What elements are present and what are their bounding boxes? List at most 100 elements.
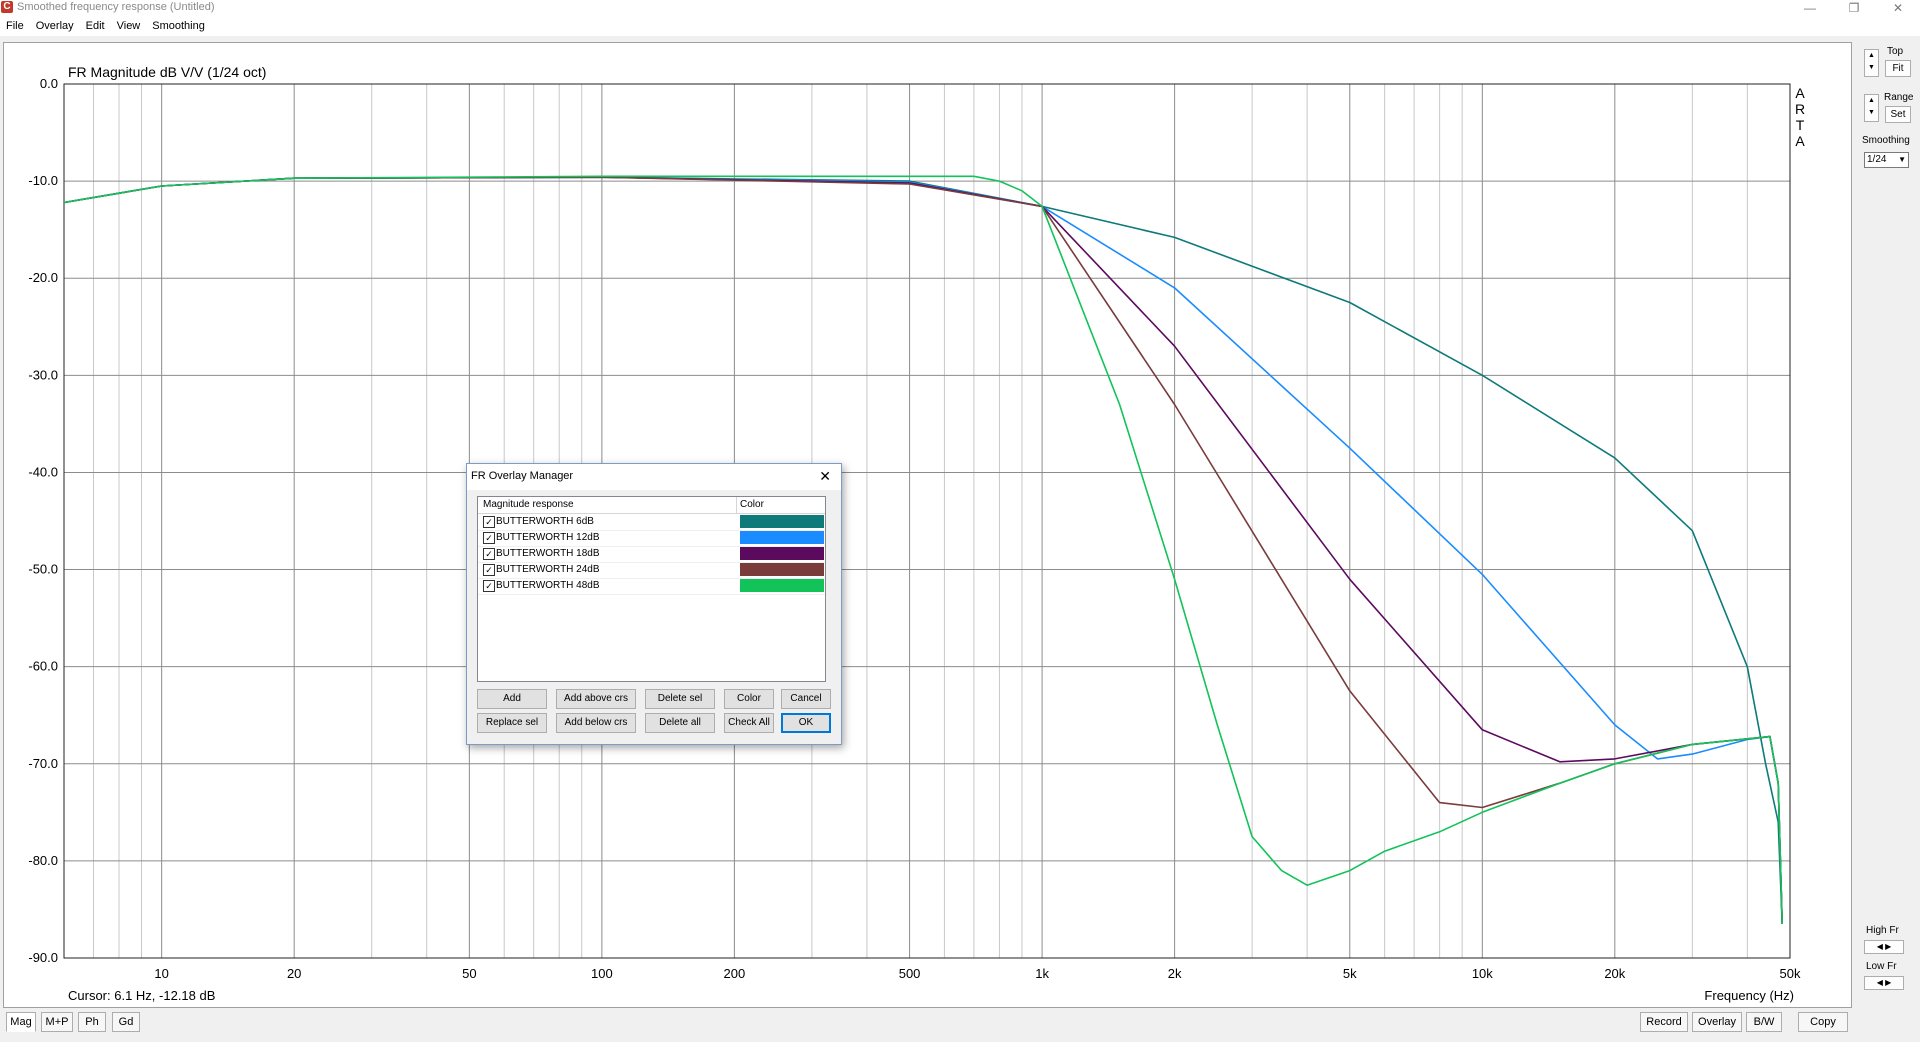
y-tick-label: -60.0 xyxy=(28,659,58,674)
overlay-list-header: Magnitude response Color xyxy=(478,497,825,514)
window-title: Smoothed frequency response (Untitled) xyxy=(17,1,215,13)
low-fr-label: Low Fr xyxy=(1866,961,1897,972)
overlay-name: BUTTERWORTH 18dB xyxy=(496,548,600,559)
x-axis-label: Frequency (Hz) xyxy=(1704,988,1794,1003)
high-fr-label: High Fr xyxy=(1866,925,1899,936)
arta-logo-letter: A xyxy=(1795,85,1805,101)
list-item[interactable]: ✓ BUTTERWORTH 12dB xyxy=(478,530,825,547)
cancel-button[interactable]: Cancel xyxy=(781,689,831,709)
x-tick-label: 10k xyxy=(1472,966,1493,981)
checkbox[interactable]: ✓ xyxy=(483,532,495,544)
arta-logo-letter: R xyxy=(1795,101,1805,117)
series-line-butterworth-18db xyxy=(63,176,1783,925)
right-control-panel: ▲ ▼ Top Fit ▲ ▼ Range Set Smoothing 1/24 ▼… xyxy=(1852,42,1920,1006)
menu-bar: File Overlay Edit View Smoothing xyxy=(0,16,1920,36)
overlay-name: BUTTERWORTH 12dB xyxy=(496,532,600,543)
column-divider xyxy=(736,497,737,513)
menu-smoothing[interactable]: Smoothing xyxy=(146,20,211,32)
range-label: Range xyxy=(1884,92,1914,103)
y-tick-label: -20.0 xyxy=(28,270,58,285)
tab-gd[interactable]: Gd xyxy=(112,1012,140,1032)
menu-overlay[interactable]: Overlay xyxy=(30,20,80,32)
delete-sel-button[interactable]: Delete sel xyxy=(645,689,715,709)
x-tick-label: 20k xyxy=(1604,966,1625,981)
series-line-butterworth-48db xyxy=(63,175,1783,925)
checkbox[interactable]: ✓ xyxy=(483,516,495,528)
checkbox[interactable]: ✓ xyxy=(483,548,495,560)
y-tick-label: -30.0 xyxy=(28,367,58,382)
y-tick-label: -80.0 xyxy=(28,853,58,868)
color-swatch[interactable] xyxy=(740,563,824,576)
plot-area[interactable]: 0.0 -10.0 -20.0 -30.0 -40.0 -50.0 -60.0 -70.0 -8… xyxy=(3,42,1852,1008)
y-tick-label: -50.0 xyxy=(28,562,58,577)
top-spinner[interactable]: ▲ ▼ xyxy=(1864,49,1879,77)
tab-ph[interactable]: Ph xyxy=(78,1012,106,1032)
checkbox[interactable]: ✓ xyxy=(483,564,495,576)
menu-file[interactable]: File xyxy=(0,20,30,32)
x-tick-label: 20 xyxy=(287,966,301,981)
menu-edit[interactable]: Edit xyxy=(80,20,111,32)
low-fr-arrows[interactable]: ◀ ▶ xyxy=(1864,976,1904,990)
add-button[interactable]: Add xyxy=(477,689,547,709)
add-below-crs-button[interactable]: Add below crs xyxy=(556,713,636,733)
add-above-crs-button[interactable]: Add above crs xyxy=(556,689,636,709)
chevron-down-icon: ▼ xyxy=(1898,155,1906,164)
app-icon: C xyxy=(1,1,13,13)
x-tick-label: 500 xyxy=(899,966,921,981)
bw-button[interactable]: B/W xyxy=(1746,1012,1782,1032)
x-tick-label: 50k xyxy=(1780,966,1801,981)
smoothing-select[interactable]: 1/24 ▼ xyxy=(1864,152,1909,168)
y-tick-label: -10.0 xyxy=(28,173,58,188)
y-tick-label: -40.0 xyxy=(28,464,58,479)
menu-view[interactable]: View xyxy=(111,20,147,32)
list-item[interactable]: ✓ BUTTERWORTH 48dB xyxy=(478,578,825,595)
color-swatch[interactable] xyxy=(740,531,824,544)
fit-button[interactable]: Fit xyxy=(1885,60,1911,77)
x-tick-label: 1k xyxy=(1035,966,1049,981)
check-all-button[interactable]: Check All xyxy=(724,713,774,733)
overlay-name: BUTTERWORTH 6dB xyxy=(496,516,594,527)
replace-sel-button[interactable]: Replace sel xyxy=(477,713,547,733)
bottom-toolbar: Mag M+P Ph Gd Record Overlay B/W Copy xyxy=(0,1008,1920,1042)
x-tick-label: 2k xyxy=(1168,966,1182,981)
y-tick-label: -90.0 xyxy=(28,950,58,965)
close-icon[interactable]: ✕ xyxy=(819,468,831,485)
color-swatch[interactable] xyxy=(740,579,824,592)
color-swatch[interactable] xyxy=(740,515,824,528)
checkbox[interactable]: ✓ xyxy=(483,580,495,592)
series-line-butterworth-24db xyxy=(63,176,1783,925)
restore-icon[interactable]: ❐ xyxy=(1832,0,1876,16)
overlay-button[interactable]: Overlay xyxy=(1692,1012,1742,1032)
series-line-butterworth-12db xyxy=(63,176,1783,925)
delete-all-button[interactable]: Delete all xyxy=(645,713,715,733)
set-button[interactable]: Set xyxy=(1885,106,1911,123)
tab-m-plus-p[interactable]: M+P xyxy=(41,1012,73,1032)
close-icon[interactable]: ✕ xyxy=(1876,0,1920,16)
cursor-readout: Cursor: 6.1 Hz, -12.18 dB xyxy=(68,988,215,1003)
record-button[interactable]: Record xyxy=(1640,1012,1688,1032)
tab-mag[interactable]: Mag xyxy=(6,1012,36,1032)
arta-logo-letter: A xyxy=(1795,133,1805,149)
minimize-icon[interactable]: — xyxy=(1788,0,1832,16)
x-tick-label: 200 xyxy=(724,966,746,981)
x-tick-label: 50 xyxy=(462,966,476,981)
column-magnitude-response[interactable]: Magnitude response xyxy=(483,499,574,510)
ok-button[interactable]: OK xyxy=(781,713,831,733)
smoothing-label: Smoothing xyxy=(1862,135,1910,146)
overlay-name: BUTTERWORTH 48dB xyxy=(496,580,600,591)
range-spinner[interactable]: ▲ ▼ xyxy=(1864,94,1879,122)
list-item[interactable]: ✓ BUTTERWORTH 24dB xyxy=(478,562,825,579)
overlay-name: BUTTERWORTH 24dB xyxy=(496,564,600,575)
copy-button[interactable]: Copy xyxy=(1798,1012,1848,1032)
color-swatch[interactable] xyxy=(740,547,824,560)
overlay-list[interactable]: Magnitude response Color ✓ BUTTERWORTH 6… xyxy=(477,496,826,682)
series-line-butterworth-6db xyxy=(63,176,1783,925)
list-item[interactable]: ✓ BUTTERWORTH 18dB xyxy=(478,546,825,563)
y-tick-label: -70.0 xyxy=(28,756,58,771)
column-color[interactable]: Color xyxy=(740,499,764,510)
frequency-response-chart[interactable]: 0.0 -10.0 -20.0 -30.0 -40.0 -50.0 -60.0 -70.0 -8… xyxy=(4,43,1851,1007)
high-fr-arrows[interactable]: ◀ ▶ xyxy=(1864,940,1904,954)
color-button[interactable]: Color xyxy=(724,689,774,709)
list-item[interactable]: ✓ BUTTERWORTH 6dB xyxy=(478,514,825,531)
plot-frame xyxy=(63,83,1791,959)
